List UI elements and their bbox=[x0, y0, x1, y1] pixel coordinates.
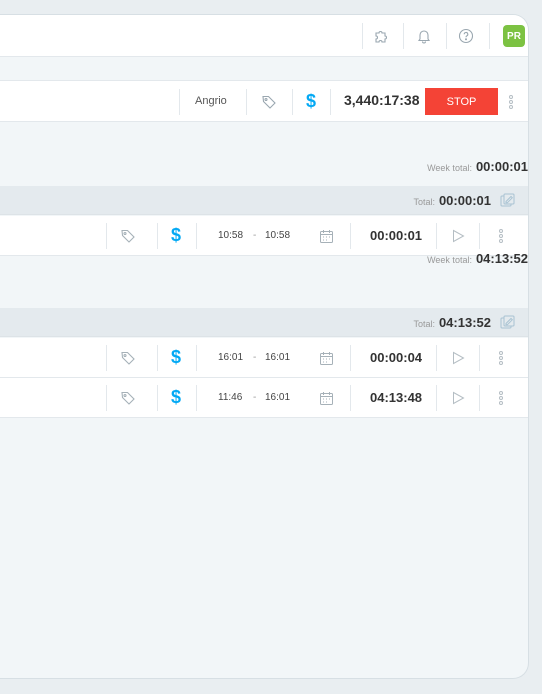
week-total-value: 00:00:01 bbox=[475, 159, 528, 174]
row-separator bbox=[106, 345, 107, 371]
topbar: PR bbox=[0, 15, 528, 57]
week-total-label: Week total: bbox=[427, 163, 472, 173]
help-icon[interactable] bbox=[455, 25, 477, 47]
row-separator bbox=[106, 385, 107, 411]
calendar-icon[interactable] bbox=[318, 228, 334, 244]
day-header: Total: 04:13:52 bbox=[0, 308, 528, 337]
timer-separator bbox=[330, 89, 331, 115]
more-menu-icon[interactable] bbox=[496, 389, 506, 407]
time-entry-row[interactable]: $ 16:01 - 16:01 00:00:04 bbox=[0, 338, 528, 378]
time-range-separator: - bbox=[253, 392, 257, 403]
billable-dollar-icon[interactable]: $ bbox=[168, 225, 184, 245]
entry-end-time[interactable]: 10:58 bbox=[265, 230, 290, 241]
day-total-value: 04:13:52 bbox=[438, 315, 491, 330]
play-icon[interactable] bbox=[450, 350, 466, 366]
play-icon[interactable] bbox=[450, 390, 466, 406]
topbar-separator bbox=[362, 23, 363, 49]
timer-separator bbox=[292, 89, 293, 115]
topbar-separator bbox=[489, 23, 490, 49]
day-total-value: 00:00:01 bbox=[438, 193, 491, 208]
billable-dollar-icon[interactable]: $ bbox=[168, 387, 184, 407]
timer-bar: Angrio $ 3,440:17:38 STOP bbox=[0, 80, 528, 122]
day-total: Total: 00:00:01 bbox=[413, 193, 491, 208]
entry-duration[interactable]: 00:00:01 bbox=[370, 228, 422, 243]
week-total-label: Week total: bbox=[427, 255, 472, 265]
day-total-label: Total: bbox=[413, 319, 435, 329]
entry-start-time[interactable]: 16:01 bbox=[218, 352, 243, 363]
row-separator bbox=[436, 345, 437, 371]
row-separator bbox=[350, 223, 351, 249]
bulk-edit-icon[interactable] bbox=[500, 193, 515, 208]
avatar[interactable]: PR bbox=[503, 25, 525, 47]
more-menu-icon[interactable] bbox=[496, 349, 506, 367]
row-separator bbox=[436, 385, 437, 411]
time-range-separator: - bbox=[253, 230, 257, 241]
billable-dollar-icon[interactable]: $ bbox=[303, 91, 319, 111]
topbar-separator bbox=[446, 23, 447, 49]
play-icon[interactable] bbox=[450, 228, 466, 244]
timer-separator bbox=[179, 89, 180, 115]
row-separator bbox=[436, 223, 437, 249]
timer-project[interactable]: Angrio bbox=[195, 95, 227, 107]
row-separator bbox=[479, 385, 480, 411]
more-menu-icon[interactable] bbox=[496, 227, 506, 245]
day-header: Total: 00:00:01 bbox=[0, 186, 528, 215]
week-total: Week total: 04:13:52 bbox=[427, 251, 528, 266]
tag-icon[interactable] bbox=[120, 390, 136, 406]
entry-duration[interactable]: 00:00:04 bbox=[370, 350, 422, 365]
time-range-separator: - bbox=[253, 352, 257, 363]
row-separator bbox=[479, 223, 480, 249]
tag-icon[interactable] bbox=[120, 228, 136, 244]
bell-icon[interactable] bbox=[413, 25, 435, 47]
row-separator bbox=[157, 385, 158, 411]
time-entry-row[interactable]: $ 11:46 - 16:01 04:13:48 bbox=[0, 378, 528, 418]
calendar-icon[interactable] bbox=[318, 390, 334, 406]
topbar-separator bbox=[403, 23, 404, 49]
entry-start-time[interactable]: 11:46 bbox=[218, 392, 242, 403]
entry-start-time[interactable]: 10:58 bbox=[218, 230, 243, 241]
row-separator bbox=[479, 345, 480, 371]
day-total-label: Total: bbox=[413, 197, 435, 207]
time-entry-row[interactable]: $ 10:58 - 10:58 00:00:01 bbox=[0, 216, 528, 256]
timer-elapsed: 3,440:17:38 bbox=[344, 92, 420, 108]
timer-separator bbox=[246, 89, 247, 115]
calendar-icon[interactable] bbox=[318, 350, 334, 366]
row-separator bbox=[157, 223, 158, 249]
more-menu-icon[interactable] bbox=[505, 93, 517, 111]
row-separator bbox=[350, 345, 351, 371]
entry-duration[interactable]: 04:13:48 bbox=[370, 390, 422, 405]
billable-dollar-icon[interactable]: $ bbox=[168, 347, 184, 367]
row-separator bbox=[196, 345, 197, 371]
puzzle-icon[interactable] bbox=[370, 25, 392, 47]
tag-icon[interactable] bbox=[120, 350, 136, 366]
row-separator bbox=[157, 345, 158, 371]
row-separator bbox=[196, 385, 197, 411]
stop-button[interactable]: STOP bbox=[425, 88, 498, 115]
week-total-value: 04:13:52 bbox=[475, 251, 528, 266]
row-separator bbox=[196, 223, 197, 249]
day-total: Total: 04:13:52 bbox=[413, 315, 491, 330]
bulk-edit-icon[interactable] bbox=[500, 315, 515, 330]
row-separator bbox=[350, 385, 351, 411]
row-separator bbox=[106, 223, 107, 249]
week-total: Week total: 00:00:01 bbox=[427, 159, 528, 174]
tag-icon[interactable] bbox=[260, 93, 278, 111]
entry-end-time[interactable]: 16:01 bbox=[265, 392, 290, 403]
app-frame: PR Angrio $ 3,440:17:38 STOP Week total:… bbox=[0, 14, 529, 679]
entry-end-time[interactable]: 16:01 bbox=[265, 352, 290, 363]
